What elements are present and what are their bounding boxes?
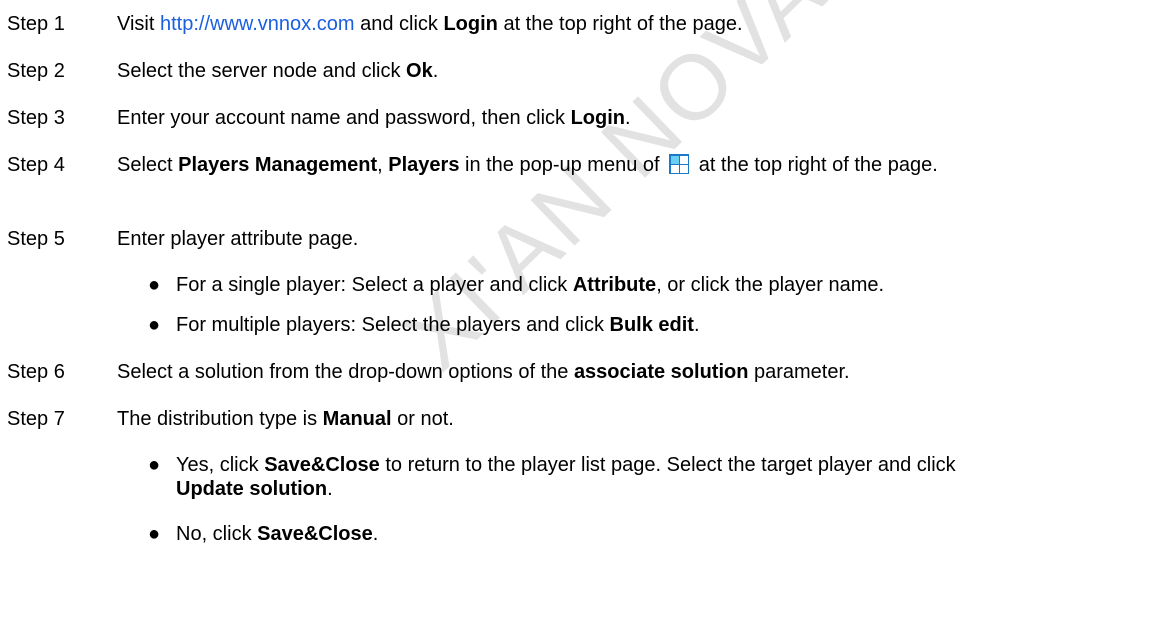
bullet-dot-icon: ● — [148, 454, 161, 476]
step-number: Step 3 — [7, 107, 65, 129]
step-text: Visit http://www.vnnox.com and click Log… — [117, 13, 743, 35]
step-text: The distribution type is Manual or not. — [117, 408, 454, 430]
associate-solution-label: associate solution — [573, 361, 749, 383]
bullet-dot-icon: ● — [148, 314, 161, 336]
manual-label: Manual — [322, 408, 392, 430]
attribute-label: Attribute — [572, 274, 657, 296]
step-number: Step 5 — [7, 228, 65, 250]
bullet-text: Yes, click Save&Close to return to the p… — [176, 454, 956, 500]
step-text: Enter player attribute page. — [117, 228, 359, 250]
step-number: Step 2 — [7, 60, 65, 82]
step-number: Step 7 — [7, 408, 65, 430]
players-management-label: Players Management — [178, 154, 378, 176]
step-number: Step 4 — [7, 154, 65, 176]
step-text: Enter your account name and password, th… — [117, 107, 631, 129]
login-label: Login — [443, 13, 498, 35]
ok-label: Ok — [406, 60, 433, 82]
grid-menu-icon — [669, 154, 690, 174]
step-text: Select the server node and click Ok. — [117, 60, 439, 82]
save-close-label: Save&Close — [264, 454, 380, 476]
step-number: Step 1 — [7, 13, 65, 35]
step-text: Select a solution from the drop-down opt… — [117, 361, 850, 383]
bullet-dot-icon: ● — [148, 274, 161, 296]
bullet-dot-icon: ● — [148, 523, 161, 545]
bulk-edit-label: Bulk edit — [609, 314, 694, 336]
update-solution-label: Update solution — [176, 478, 328, 500]
bullet-text: For a single player: Select a player and… — [176, 274, 885, 296]
save-close-label: Save&Close — [257, 523, 373, 545]
login-label: Login — [570, 107, 626, 129]
bullet-text: For multiple players: Select the players… — [176, 314, 700, 336]
bullet-text: No, click Save&Close. — [176, 523, 379, 545]
step-text: Select Players Management, Players in th… — [117, 154, 938, 176]
step-number: Step 6 — [7, 361, 65, 383]
vnnox-link[interactable]: http://www.vnnox.com — [160, 13, 355, 35]
players-label: Players — [388, 154, 460, 176]
